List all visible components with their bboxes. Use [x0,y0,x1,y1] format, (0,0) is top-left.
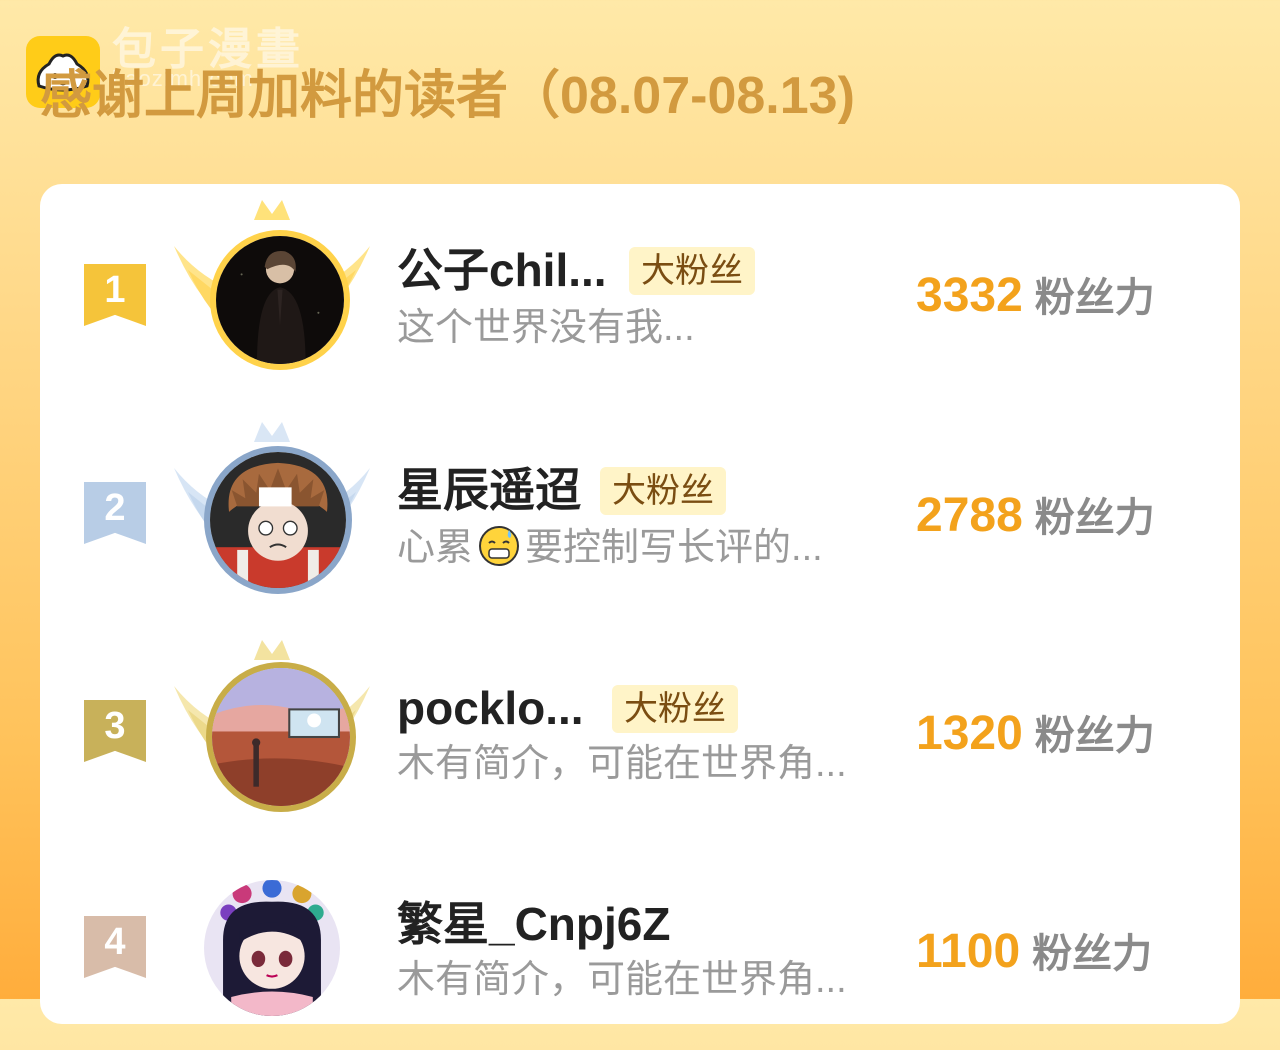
score-value: 1100 [916,925,1021,978]
leaderboard-row-3[interactable]: 3 pocklo... 大粉丝 木有简介，可能在世界角... 1320 粉丝力 [40,630,1240,830]
leaderboard-row-2[interactable]: 2 星辰遥迢 大粉丝 心累 要控制写长评的... 2788 粉丝力 [40,412,1240,612]
username[interactable]: 繁星_Cnpj6Z [397,896,670,952]
score-unit: 粉丝力 [1032,932,1153,976]
bio-text: 木有简介，可能在世界角... [397,743,847,785]
fan-power-score: 1320 粉丝力 [916,706,1155,773]
rank-number: 4 [104,921,126,963]
page-title: 感谢上周加料的读者（08.07-08.13) [40,67,855,125]
rank-number: 1 [104,269,126,311]
avatar-image [210,452,346,588]
user-bio: 木有简介，可能在世界角... [397,956,847,1004]
fan-power-score: 1100 粉丝力 [916,924,1152,991]
rank-badge: 1 [84,264,146,326]
leaderboard-card: 1 公子chil... 大粉丝 这个世界没有我... 3332 粉丝力 2 星辰… [40,184,1240,1024]
rank-number: 2 [104,487,126,529]
fan-level-tag: 大粉丝 [612,685,738,733]
bio-text: 木有简介，可能在世界角... [397,959,847,1001]
sweat-smile-emoji-icon [479,526,520,566]
username[interactable]: pocklo... [397,680,584,736]
bio-text: 这个世界没有我... [397,307,695,349]
fan-power-score: 2788 粉丝力 [916,488,1155,555]
user-avatar[interactable] [204,446,352,594]
user-avatar[interactable] [206,662,356,812]
score-value: 1320 [916,707,1023,760]
fan-power-score: 3332 粉丝力 [916,268,1155,335]
rank-badge: 3 [84,700,146,762]
leaderboard-row-4[interactable]: 4 繁星_Cnpj6Z 木有简介，可能在世界角... 1100 粉丝力 [40,850,1240,1050]
rank-number: 3 [104,705,126,747]
score-value: 3332 [916,269,1023,322]
avatar-image [216,236,344,364]
bio-text-continued: 要控制写长评的... [525,527,823,569]
username[interactable]: 星辰遥迢 [397,462,581,518]
score-value: 2788 [916,489,1023,542]
username[interactable]: 公子chil... [397,242,607,298]
user-avatar[interactable] [210,230,350,370]
user-bio: 心累 要控制写长评的... [397,524,823,572]
bio-text: 心累 [397,527,474,569]
fan-level-tag: 大粉丝 [600,467,726,515]
rank-badge: 2 [84,482,146,544]
score-unit: 粉丝力 [1034,276,1155,320]
score-unit: 粉丝力 [1034,496,1155,540]
avatar-image [204,880,340,1016]
fan-level-tag: 大粉丝 [629,247,755,295]
score-unit: 粉丝力 [1034,714,1155,758]
user-bio: 木有简介，可能在世界角... [397,740,847,788]
rank-badge: 4 [84,916,146,978]
user-bio: 这个世界没有我... [397,304,695,352]
leaderboard-row-1[interactable]: 1 公子chil... 大粉丝 这个世界没有我... 3332 粉丝力 [40,190,1240,390]
user-avatar[interactable] [204,880,340,1016]
avatar-image [212,668,350,806]
